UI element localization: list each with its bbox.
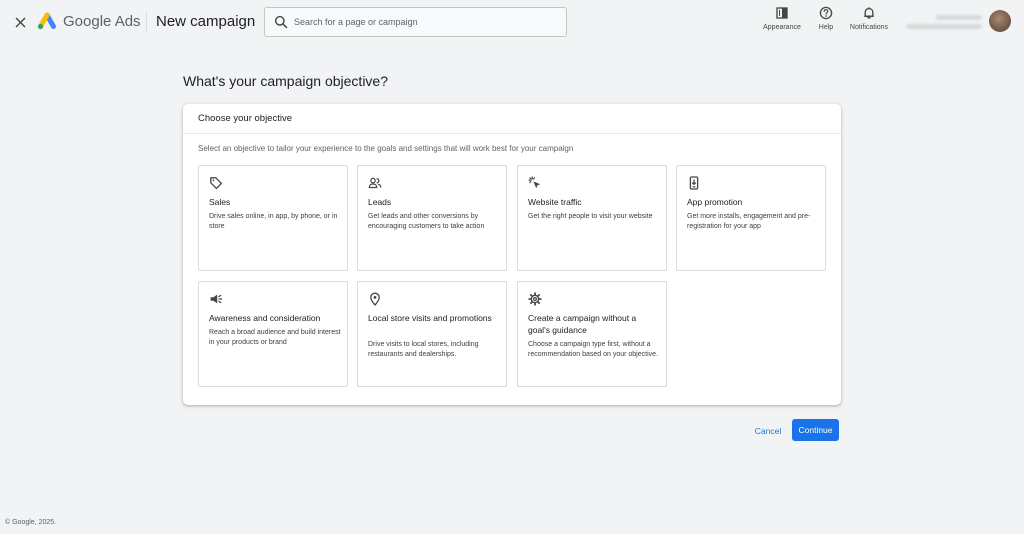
header-divider [146, 12, 147, 32]
help-icon [819, 6, 833, 20]
option-description: Choose a campaign type first, without a … [528, 341, 658, 358]
phone-download-icon [689, 176, 699, 190]
objective-option-leads[interactable]: Leads Get leads and other conversions by… [357, 165, 507, 271]
objective-option-app-promotion[interactable]: App promotion Get more installs, engagem… [676, 165, 826, 271]
objective-option-website-traffic[interactable]: Website traffic Get the right people to … [517, 165, 667, 271]
gear-icon [528, 292, 542, 306]
objective-option-local-store-visits[interactable]: Local store visits and promotions Drive … [357, 281, 507, 387]
option-title: Awareness and consideration [209, 313, 321, 323]
help-label: Help [818, 24, 834, 31]
option-description: Reach a broad audience and build interes… [209, 329, 341, 346]
card-subtitle: Select an objective to tailor your exper… [198, 144, 574, 153]
top-app-bar: Google Ads New campaign Appearance Help [0, 0, 1024, 44]
option-description: Get more installs, engagement and pre-re… [687, 213, 811, 230]
option-title: Leads [368, 197, 392, 207]
notifications-button[interactable]: Notifications [844, 6, 894, 36]
appearance-icon [776, 7, 788, 19]
close-icon [15, 17, 25, 27]
notifications-label: Notifications [849, 24, 889, 31]
cancel-button[interactable]: Cancel [748, 421, 788, 441]
appearance-button[interactable]: Appearance [760, 6, 804, 36]
page-title: New campaign [156, 13, 256, 30]
option-title: Sales [209, 197, 231, 207]
appearance-label: Appearance [763, 24, 801, 31]
help-button[interactable]: Help [812, 6, 840, 36]
megaphone-icon [210, 294, 223, 304]
search-input[interactable] [294, 17, 544, 27]
google-ads-logo [37, 12, 56, 30]
search-icon [274, 15, 288, 29]
option-title: Website traffic [528, 197, 582, 207]
card-header: Choose your objective [183, 104, 841, 134]
option-description: Drive sales online, in app, by phone, or… [209, 213, 338, 230]
option-title: Create a campaign without a goal's guida… [528, 313, 637, 335]
objective-option-no-goal[interactable]: Create a campaign without a goal's guida… [517, 281, 667, 387]
objective-option-awareness[interactable]: Awareness and consideration Reach a broa… [198, 281, 348, 387]
people-icon [368, 177, 382, 189]
account-info[interactable] [906, 12, 984, 32]
objective-option-sales[interactable]: Sales Drive sales online, in app, by pho… [198, 165, 348, 271]
objective-card: Choose your objective Select an objectiv… [183, 104, 841, 405]
option-description: Get leads and other conversions by encou… [368, 213, 485, 230]
avatar[interactable] [989, 10, 1011, 32]
cursor-click-icon [528, 176, 541, 189]
copyright-notice: © Google, 2025. [5, 519, 57, 526]
option-description: Get the right people to visit your websi… [528, 213, 653, 220]
search-bar[interactable] [264, 7, 567, 37]
continue-button[interactable]: Continue [792, 419, 839, 441]
objective-question: What's your campaign objective? [183, 73, 388, 89]
option-description: Drive visits to local stores, including … [368, 341, 479, 358]
bell-icon [864, 7, 874, 19]
tag-icon [210, 177, 223, 190]
location-pin-icon [370, 292, 380, 306]
close-button[interactable] [10, 12, 30, 32]
card-title: Choose your objective [198, 113, 292, 124]
brand-name: Google Ads [63, 13, 141, 30]
option-title: Local store visits and promotions [368, 313, 492, 323]
option-title: App promotion [687, 197, 743, 207]
